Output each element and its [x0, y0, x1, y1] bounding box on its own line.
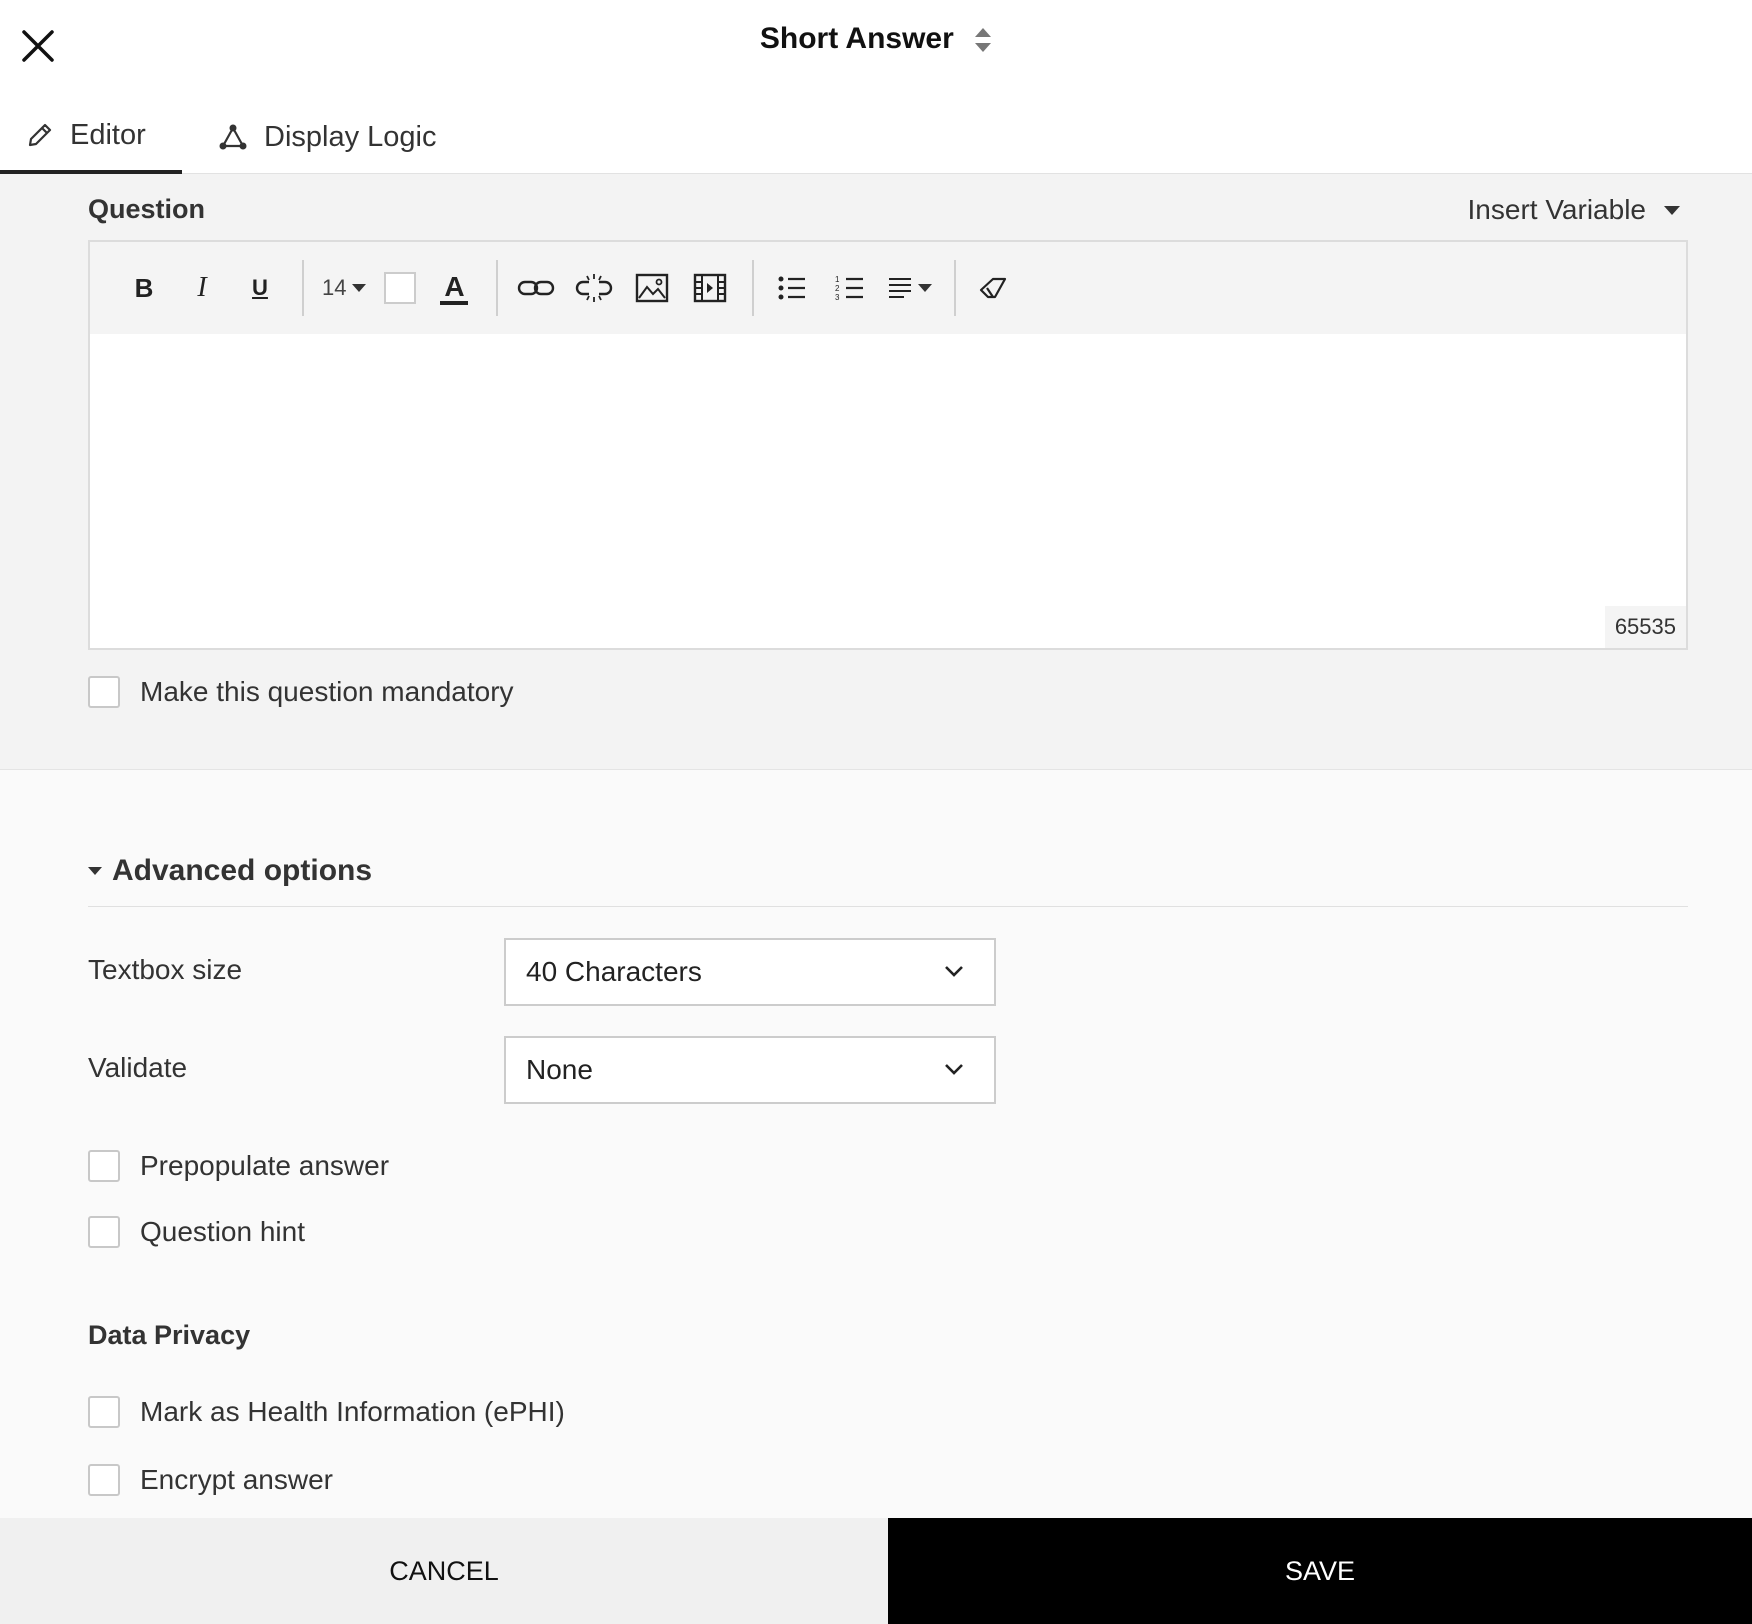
- textbox-size-value: 40 Characters: [526, 956, 702, 987]
- ephi-option: Mark as Health Information (ePHI): [88, 1396, 565, 1428]
- font-color-button[interactable]: A: [434, 263, 474, 313]
- question-hint-label: Question hint: [140, 1216, 305, 1247]
- question-section: Question Insert Variable B I U 14 A 1 2 …: [0, 174, 1752, 770]
- validate-label: Validate: [88, 1052, 188, 1083]
- question-type-title[interactable]: Short Answer: [0, 22, 1752, 56]
- validate-value: None: [526, 1054, 593, 1085]
- background-color-button[interactable]: [384, 272, 417, 304]
- font-color-icon: A: [444, 271, 465, 302]
- save-button[interactable]: SAVE: [888, 1518, 1752, 1624]
- editor-toolbar: B I U 14 A 1 2 3: [90, 242, 1686, 334]
- video-icon[interactable]: [690, 263, 730, 313]
- mandatory-label: Make this question mandatory: [140, 676, 514, 707]
- question-text-area[interactable]: 65535: [90, 334, 1686, 648]
- svg-text:3: 3: [835, 293, 840, 302]
- link-icon[interactable]: [516, 263, 556, 313]
- validate-select[interactable]: None: [504, 1036, 996, 1104]
- clear-format-icon[interactable]: [974, 263, 1014, 313]
- textbox-size-label: Textbox size: [88, 954, 243, 985]
- logic-nodes-icon: [219, 124, 247, 150]
- encrypt-checkbox[interactable]: [88, 1464, 120, 1496]
- caret-down-icon: [352, 284, 367, 292]
- font-size-dropdown[interactable]: 14: [322, 263, 367, 313]
- textbox-size-select[interactable]: 40 Characters: [504, 938, 996, 1006]
- image-icon[interactable]: [632, 263, 672, 313]
- advanced-options-title: Advanced options: [112, 854, 373, 887]
- bullet-list-icon[interactable]: [772, 263, 812, 313]
- underline-button[interactable]: U: [240, 263, 280, 313]
- data-privacy-title: Data Privacy: [88, 1320, 251, 1350]
- sort-icon: [975, 28, 992, 53]
- cancel-button[interactable]: CANCEL: [0, 1518, 888, 1624]
- character-counter: 65535: [1604, 606, 1686, 648]
- chevron-down-icon: [945, 1064, 963, 1075]
- question-hint-option: Question hint: [88, 1216, 305, 1248]
- dialog-footer: CANCEL SAVE: [0, 1518, 1752, 1624]
- prepopulate-option: Prepopulate answer: [88, 1150, 389, 1182]
- mandatory-checkbox[interactable]: [88, 676, 120, 708]
- numbered-list-icon[interactable]: 123: [830, 263, 870, 313]
- caret-down-icon: [88, 867, 102, 875]
- pencil-icon: [28, 123, 52, 147]
- bold-button[interactable]: B: [124, 263, 164, 313]
- text-align-dropdown[interactable]: [888, 263, 933, 313]
- chevron-down-icon: [945, 966, 963, 977]
- caret-down-icon: [1664, 205, 1680, 215]
- svg-text:1: 1: [835, 275, 840, 284]
- prepopulate-label: Prepopulate answer: [140, 1150, 390, 1181]
- font-size-value: 14: [322, 275, 347, 300]
- toolbar-divider: [496, 260, 499, 316]
- question-hint-checkbox[interactable]: [88, 1216, 120, 1248]
- svg-text:2: 2: [835, 284, 840, 293]
- align-left-icon: [889, 278, 912, 298]
- ephi-checkbox[interactable]: [88, 1396, 120, 1428]
- question-label: Question: [88, 194, 206, 224]
- insert-variable-dropdown[interactable]: Insert Variable: [1468, 194, 1680, 226]
- toolbar-divider: [954, 260, 957, 316]
- ephi-label: Mark as Health Information (ePHI): [140, 1396, 565, 1427]
- prepopulate-checkbox[interactable]: [88, 1150, 120, 1182]
- mandatory-option: Make this question mandatory: [88, 676, 514, 708]
- italic-button[interactable]: I: [182, 263, 222, 313]
- toolbar-divider: [752, 260, 755, 316]
- tab-editor-label: Editor: [70, 118, 146, 151]
- encrypt-label: Encrypt answer: [140, 1464, 333, 1495]
- divider: [88, 906, 1688, 907]
- tab-display-logic[interactable]: Display Logic: [182, 100, 472, 174]
- insert-variable-label: Insert Variable: [1467, 194, 1646, 225]
- tab-editor[interactable]: Editor: [0, 100, 182, 174]
- dialog-header: Short Answer Editor Display Logic: [0, 0, 1752, 174]
- encrypt-option: Encrypt answer: [88, 1464, 333, 1496]
- caret-down-icon: [918, 284, 933, 292]
- rich-text-editor: B I U 14 A 1 2 3 65535: [88, 240, 1688, 650]
- tab-bar: Editor Display Logic: [0, 100, 472, 174]
- advanced-options-toggle[interactable]: Advanced options: [88, 854, 372, 888]
- advanced-options-section: Advanced options Textbox size 40 Charact…: [0, 770, 1752, 1518]
- question-type-label: Short Answer: [759, 22, 954, 55]
- toolbar-divider: [302, 260, 304, 316]
- unlink-icon[interactable]: [574, 263, 614, 313]
- tab-display-logic-label: Display Logic: [264, 120, 437, 153]
